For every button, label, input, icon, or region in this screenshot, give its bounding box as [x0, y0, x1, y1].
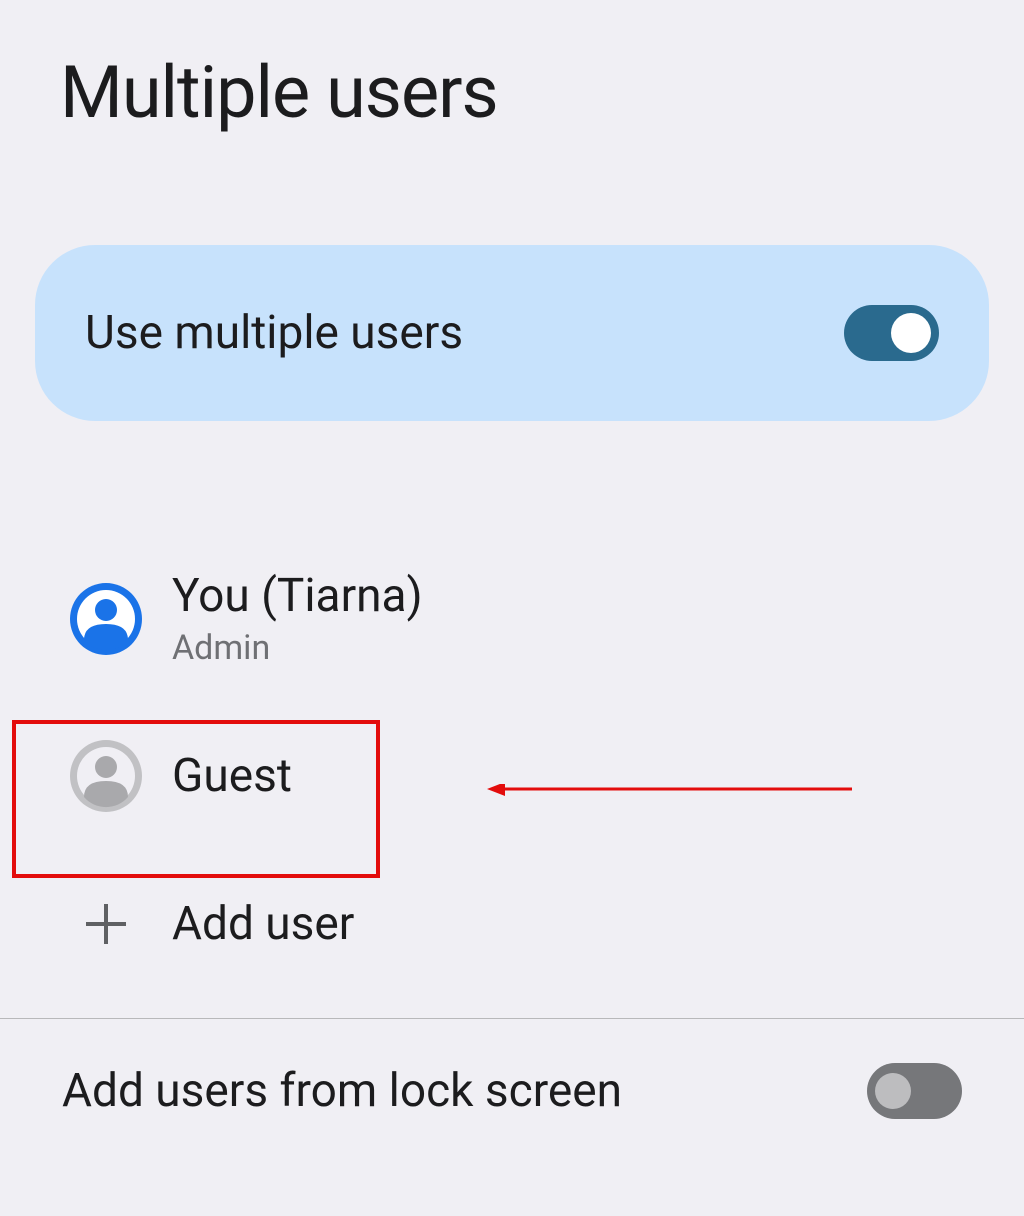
user-list: You (Tiarna) Admin Guest	[0, 541, 1024, 988]
user-row-guest[interactable]: Guest	[0, 696, 1024, 856]
person-icon	[70, 583, 142, 655]
plus-icon-svg	[84, 902, 128, 946]
avatar-guest	[70, 740, 142, 812]
plus-icon	[70, 888, 142, 960]
switch-thumb	[875, 1073, 911, 1109]
guest-name: Guest	[172, 749, 292, 803]
switch-thumb	[891, 313, 931, 353]
use-multiple-users-label: Use multiple users	[85, 306, 463, 360]
person-icon	[70, 740, 142, 812]
user-row-owner[interactable]: You (Tiarna) Admin	[0, 541, 1024, 696]
user-info-guest: Guest	[172, 749, 292, 803]
add-user-label: Add user	[172, 897, 354, 951]
page-title: Multiple users	[0, 0, 1024, 135]
add-users-lock-screen-switch[interactable]	[867, 1063, 962, 1119]
add-users-lock-screen-label: Add users from lock screen	[62, 1064, 622, 1118]
add-users-lock-screen-row[interactable]: Add users from lock screen	[0, 1019, 1024, 1163]
use-multiple-users-toggle-card[interactable]: Use multiple users	[35, 245, 989, 421]
owner-subtitle: Admin	[172, 628, 423, 668]
user-info-owner: You (Tiarna) Admin	[172, 569, 423, 668]
avatar-owner	[70, 583, 142, 655]
use-multiple-users-switch[interactable]	[844, 305, 939, 361]
add-user-row[interactable]: Add user	[0, 856, 1024, 988]
owner-name: You (Tiarna)	[172, 569, 423, 624]
